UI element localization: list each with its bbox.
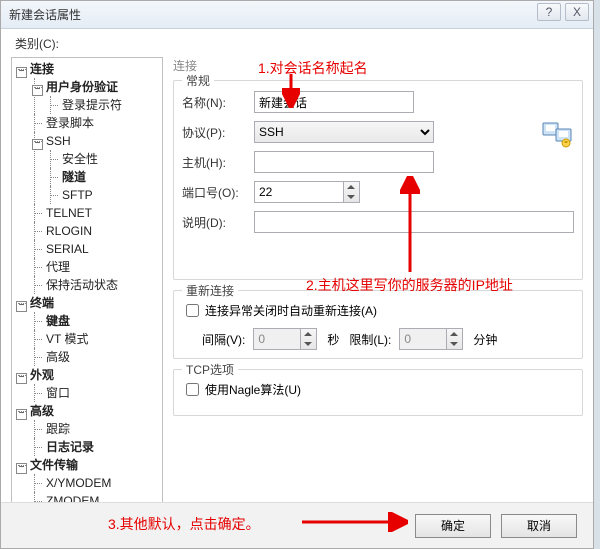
protocol-select[interactable]: SSH [254, 121, 434, 143]
tree-xymodem[interactable]: X/YMODEM [46, 476, 111, 490]
tree-connection[interactable]: 连接 [30, 62, 54, 76]
titlebar: 新建会话属性 ? X [1, 1, 593, 29]
general-legend: 常规 [182, 72, 214, 89]
reconnect-checkbox[interactable] [186, 304, 199, 317]
protocol-label: 协议(P): [182, 124, 254, 141]
cancel-button[interactable]: 取消 [501, 514, 577, 538]
port-input[interactable] [254, 181, 344, 203]
collapse-icon[interactable]: − [16, 67, 27, 78]
collapse-icon[interactable]: − [16, 373, 27, 384]
tree-advanced[interactable]: 高级 [30, 404, 54, 418]
limit-spinner[interactable] [447, 328, 463, 350]
tree-login-script[interactable]: 登录脚本 [46, 116, 94, 130]
tree-trace[interactable]: 跟踪 [46, 422, 70, 436]
tree-tunnel[interactable]: 隧道 [62, 170, 86, 184]
dialog-window: 新建会话属性 ? X 类别(C): −连接 −用户身份验证 登录提示符 登录脚本… [0, 0, 594, 549]
panel-title: 连接 [173, 57, 583, 74]
desc-label: 说明(D): [182, 214, 254, 231]
help-button[interactable]: ? [537, 3, 561, 21]
interval-label: 间隔(V): [202, 331, 245, 348]
general-group: 常规 名称(N): 协议(P): SSH 主机(H): 端口号(O): [173, 80, 583, 280]
tree-keepalive[interactable]: 保持活动状态 [46, 278, 118, 292]
tree-ssh[interactable]: SSH [46, 134, 71, 148]
name-label: 名称(N): [182, 94, 254, 111]
collapse-icon[interactable]: − [32, 85, 43, 96]
desc-input[interactable] [254, 211, 574, 233]
tcp-group: TCP选项 使用Nagle算法(U) [173, 369, 583, 416]
tree-vt[interactable]: VT 模式 [46, 332, 88, 346]
reconnect-legend: 重新连接 [182, 282, 238, 299]
tree-terminal[interactable]: 终端 [30, 296, 54, 310]
host-label: 主机(H): [182, 154, 254, 171]
port-label: 端口号(O): [182, 184, 254, 201]
reconnect-group: 重新连接 连接异常关闭时自动重新连接(A) 间隔(V): 秒 限制(L): 分钟 [173, 290, 583, 359]
tree-log[interactable]: 日志记录 [46, 440, 94, 454]
tree-appearance[interactable]: 外观 [30, 368, 54, 382]
dialog-footer: 确定 取消 [1, 502, 593, 548]
tree-filetransfer[interactable]: 文件传输 [30, 458, 78, 472]
tree-auth[interactable]: 用户身份验证 [46, 80, 118, 94]
category-tree[interactable]: −连接 −用户身份验证 登录提示符 登录脚本 −SSH 安全性 隧道 [11, 57, 163, 509]
reconnect-label: 连接异常关闭时自动重新连接(A) [205, 302, 377, 319]
tree-serial[interactable]: SERIAL [46, 242, 89, 256]
port-spinner[interactable] [344, 181, 360, 203]
settings-panel: 连接 常规 名称(N): 协议(P): SSH 主机(H): [173, 57, 583, 509]
name-input[interactable] [254, 91, 414, 113]
hosts-icon [542, 121, 574, 149]
collapse-icon[interactable]: − [16, 301, 27, 312]
host-input[interactable] [254, 151, 434, 173]
tree-adv-term[interactable]: 高级 [46, 350, 70, 364]
limit-label: 限制(L): [349, 331, 391, 348]
minutes-label: 分钟 [473, 331, 497, 348]
tree-sftp[interactable]: SFTP [62, 188, 93, 202]
interval-input[interactable] [253, 328, 301, 350]
tree-keyboard[interactable]: 键盘 [46, 314, 70, 328]
interval-spinner[interactable] [301, 328, 317, 350]
collapse-icon[interactable]: − [16, 409, 27, 420]
tree-window[interactable]: 窗口 [46, 386, 70, 400]
seconds-label: 秒 [327, 331, 339, 348]
limit-input[interactable] [399, 328, 447, 350]
nagle-checkbox[interactable] [186, 383, 199, 396]
tree-telnet[interactable]: TELNET [46, 206, 92, 220]
dialog-title: 新建会话属性 [9, 6, 81, 23]
ok-button[interactable]: 确定 [415, 514, 491, 538]
collapse-icon[interactable]: − [32, 139, 43, 150]
tree-proxy[interactable]: 代理 [46, 260, 70, 274]
tree-rlogin[interactable]: RLOGIN [46, 224, 92, 238]
tree-login-prompt[interactable]: 登录提示符 [62, 98, 122, 112]
tree-security[interactable]: 安全性 [62, 152, 98, 166]
nagle-label: 使用Nagle算法(U) [205, 381, 301, 398]
close-button[interactable]: X [565, 3, 589, 21]
tcp-legend: TCP选项 [182, 361, 238, 378]
collapse-icon[interactable]: − [16, 463, 27, 474]
